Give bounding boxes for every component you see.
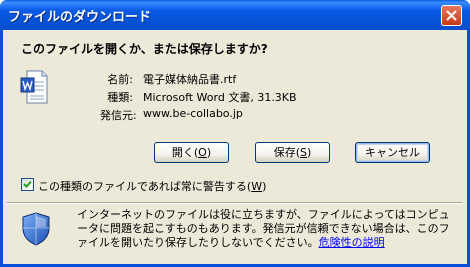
checkmark-icon	[23, 180, 32, 188]
always-warn-label[interactable]: この種類のファイルであれば常に警告する(W)	[38, 178, 266, 194]
open-button-label: 開く(	[171, 146, 199, 159]
always-warn-text: この種類のファイルであれば常に警告する(	[38, 180, 252, 193]
security-shield-icon	[22, 212, 50, 246]
window-title: ファイルのダウンロード	[8, 10, 152, 25]
save-button[interactable]: 保存(S)	[255, 142, 330, 163]
name-value: 電子媒体納品書.rtf	[143, 73, 237, 86]
close-button[interactable]	[441, 5, 462, 26]
type-value: Microsoft Word 文書, 31.3KB	[143, 91, 297, 104]
always-warn-checkbox[interactable]	[21, 178, 34, 191]
save-button-label-end: )	[306, 146, 312, 159]
always-warn-text-end: )	[262, 180, 267, 193]
open-button-label-end: )	[206, 146, 212, 159]
open-button-accel: O	[198, 146, 207, 159]
save-button-accel: S	[300, 146, 307, 159]
from-label: 発信元:	[100, 109, 137, 122]
cancel-button[interactable]: キャンセル	[355, 142, 430, 163]
warning-message: インターネットのファイルは役に立ちますが、ファイルによってはコンピュータに問題を…	[77, 208, 450, 249]
open-button[interactable]: 開く(O)	[154, 142, 229, 163]
question-text: このファイルを開くか、または保存しますか?	[21, 42, 268, 56]
save-button-label: 保存(	[273, 146, 300, 159]
from-value: www.be-collabo.jp	[143, 107, 243, 120]
close-icon	[446, 10, 457, 21]
divider	[7, 202, 463, 204]
title-bar[interactable]: ファイルのダウンロード	[0, 0, 470, 30]
word-document-icon	[20, 70, 48, 104]
warning-text: インターネットのファイルは役に立ちますが、ファイルによってはコンピュータに問題を…	[77, 208, 457, 250]
name-label: 名前:	[107, 73, 133, 86]
download-dialog: ファイルのダウンロード このファイルを開くか、または保存しますか? 名前: 電子…	[0, 0, 470, 267]
risk-explanation-link[interactable]: 危険性の説明	[319, 236, 385, 249]
always-warn-accel: W	[251, 180, 263, 193]
dialog-body: このファイルを開くか、または保存しますか? 名前: 電子媒体納品書.rtf 種類…	[3, 30, 467, 264]
type-label: 種類:	[107, 91, 133, 104]
